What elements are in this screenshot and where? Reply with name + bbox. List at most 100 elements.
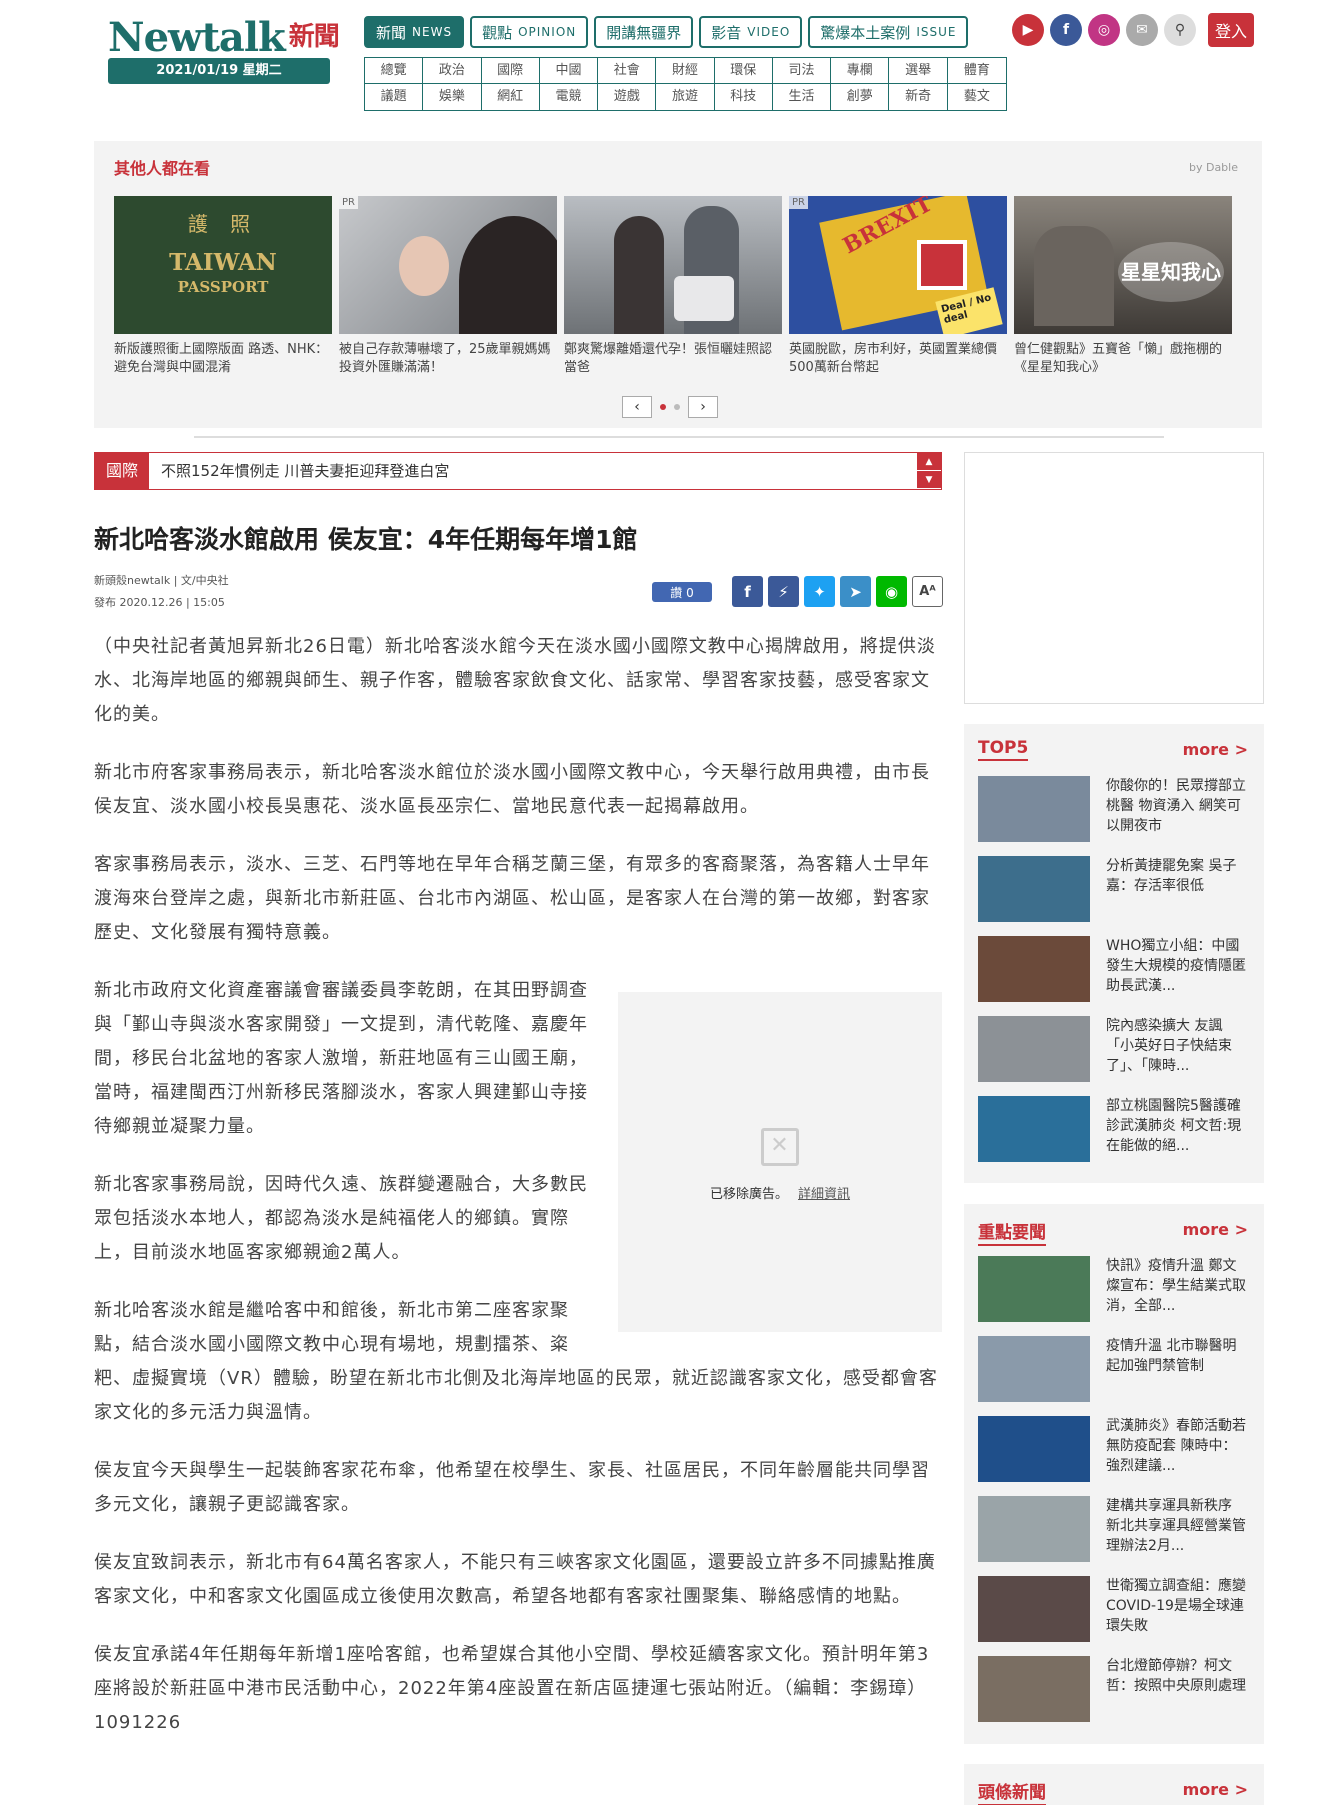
sidebar-news-item[interactable]: 世衛獨立調查組：應變COVID-19是場全球連環失敗 [978,1576,1250,1656]
top5-title: TOP5 [978,738,1029,761]
date-display: 2021/01/19 星期二 [108,58,330,84]
category-link[interactable]: 專欄 [831,58,890,84]
category-link[interactable]: 議題 [365,84,424,110]
recommend-title: 其他人都在看 [114,159,211,178]
news-thumbnail [978,1256,1090,1322]
pager-dot[interactable] [674,404,680,410]
ticker-tag[interactable]: 國際 [95,453,149,489]
prev-arrow-icon[interactable]: ‹ [622,396,652,418]
search-icon[interactable]: ⚲ [1164,14,1196,46]
sidebar-news-item[interactable]: 你酸你的！民眾撐部立桃醫 物資湧入 網笑可以開夜市 [978,776,1250,856]
sidebar-news-item[interactable]: 台北燈節停辦？柯文哲：按照中央原則處理 [978,1656,1250,1736]
youtube-icon[interactable]: ▶ [1012,14,1044,46]
key-news-more-link[interactable]: more > [1183,1220,1248,1239]
twitter-icon[interactable]: ✦ [804,576,835,607]
recommend-card[interactable]: PR 被自己存款薄嚇壞了，25歲單親媽媽投資外匯賺滿滿！ [339,196,557,377]
category-link[interactable]: 藝文 [948,84,1006,110]
sidebar-news-item[interactable]: 建構共享運具新秩序 新北共享運具經營業管理辦法2月... [978,1496,1250,1576]
news-thumbnail [978,1336,1090,1402]
key-news-list: 快訊》疫情升溫 鄭文燦宣布：學生結業式取消，全部... 疫情升溫 北市聯醫明起加強… [978,1256,1250,1736]
headline-news-more-link[interactable]: more > [1183,1780,1248,1799]
font-size-icon[interactable]: Aᴬ [912,576,943,607]
ad-removed-label: 已移除廣告。 [709,1187,788,1202]
category-link[interactable]: 司法 [772,58,832,84]
nav-video[interactable]: 影音 VIDEO [699,16,803,48]
top5-more-link[interactable]: more > [1183,740,1248,759]
card-title: 新版護照衝上國際版面 路透、NHK：避免台灣與中國混淆 [114,342,329,375]
category-link[interactable]: 政治 [423,58,482,84]
category-link[interactable]: 選舉 [889,58,948,84]
article-date: 發布 2020.12.26 | 15:05 [94,596,225,609]
provider-label[interactable]: by Dable [1189,161,1238,174]
news-thumbnail [978,1096,1090,1162]
ticker-headline[interactable]: 不照152年慣例走 川普夫妻拒迎拜登進白宮 [161,453,449,489]
category-link[interactable]: 科技 [715,84,773,110]
category-nav: 總覽 政治 國際 中國 社會 財經 環保 司法 專欄 選舉 體育議題 娛樂 網紅 電競 遊戲 旅遊 科技 生活 創夢… [364,57,1007,111]
passport-text: 護 照 [187,212,259,236]
pr-label: PR [339,196,358,209]
nav-issue[interactable]: 驚爆本土案例 ISSUE [808,16,969,48]
card-thumbnail: PR [339,196,557,334]
category-link[interactable]: 國際 [481,58,540,84]
facebook-icon[interactable]: f [1050,14,1082,46]
sidebar-news-item[interactable]: 分析黃捷罷免案 吳子嘉：存活率很低 [978,856,1250,936]
card-title: 被自己存款薄嚇壞了，25歲單親媽媽投資外匯賺滿滿！ [339,342,551,375]
category-link[interactable]: 創夢 [831,84,890,110]
like-label: 讚 0 [670,585,694,600]
headline-news-title: 頭條新聞 [978,1778,1046,1805]
instagram-icon[interactable]: ◎ [1088,14,1120,46]
recommend-card[interactable]: BREXIT Deal / No deal PR 英國脫歐，房市利好，英國置業總… [789,196,1007,377]
ad-details-link[interactable]: 詳細資訊 [798,1187,850,1202]
card-title: 鄭爽驚爆離婚還代孕！張恒曬娃照認當爸 [564,342,773,375]
recommend-card[interactable]: 鄭爽驚爆離婚還代孕！張恒曬娃照認當爸 [564,196,782,377]
pager-dot[interactable] [660,404,666,410]
category-link[interactable]: 生活 [773,84,832,110]
category-link[interactable]: 電競 [540,84,599,110]
facebook-icon[interactable]: f [732,576,763,607]
recommend-card[interactable]: 護 照 TAIWAN PASSPORT 新版護照衝上國際版面 路透、NHK：避免… [114,196,332,377]
like-button[interactable]: 讚 0 [652,582,712,602]
category-link[interactable]: 環保 [714,58,773,84]
card-title: 曾仁健觀點》五寶爸「懶」戲拖棚的《星星知我心》 [1014,342,1223,375]
key-news-panel: 重點要聞 more > 快訊》疫情升溫 鄭文燦宣布：學生結業式取消，全部... 疫… [964,1204,1264,1744]
category-link[interactable]: 網紅 [482,84,540,110]
line-icon[interactable]: ◉ [876,576,907,607]
category-link[interactable]: 體育 [947,58,1006,84]
category-link[interactable]: 中國 [539,58,599,84]
sidebar-news-item[interactable]: WHO獨立小組：中國發生大規模的疫情隱匿 助長武漢... [978,936,1250,1016]
sidebar-news-item[interactable]: 院內感染擴大 友諷「小英好日子快結束了」、「陳時... [978,1016,1250,1096]
next-arrow-icon[interactable]: › [688,396,718,418]
messenger-icon[interactable]: ⚡ [768,576,799,607]
telegram-icon[interactable]: ➤ [840,576,871,607]
ad-removed-icon: ✕ [761,1128,799,1166]
top5-panel: TOP5 more > 你酸你的！民眾撐部立桃醫 物資湧入 網笑可以開夜市 分析黃… [964,724,1264,1183]
category-link[interactable]: 財經 [656,58,715,84]
news-title: 部立桃園醫院5醫護確診武漢肺炎 柯文哲:現在能做的絕... [1106,1098,1242,1154]
sidebar-ad[interactable] [964,452,1264,704]
news-title: 武漢肺炎》春節活動若無防疫配套 陳時中：強烈建議... [1106,1418,1246,1474]
category-link[interactable]: 新奇 [889,84,948,110]
sidebar-news-item[interactable]: 快訊》疫情升溫 鄭文燦宣布：學生結業式取消，全部... [978,1256,1250,1336]
category-link[interactable]: 遊戲 [598,84,657,110]
article-paragraph: 新北市府客家事務局表示，新北哈客淡水館位於淡水國小國際文教中心，今天舉行啟用典禮… [94,762,930,817]
nav-opinion[interactable]: 觀點 OPINION [470,16,589,48]
card-thumbnail [564,196,782,334]
category-link[interactable]: 社會 [598,58,657,84]
card-thumbnail: 星星知我心 [1014,196,1232,334]
mail-icon[interactable]: ✉ [1126,14,1158,46]
ticker-down-icon[interactable]: ▼ [917,471,941,489]
nav-news[interactable]: 新聞 NEWS [364,16,465,48]
recommend-card[interactable]: 星星知我心 曾仁健觀點》五寶爸「懶」戲拖棚的《星星知我心》 [1014,196,1232,377]
carousel-pager: ‹ › [622,396,718,418]
main-nav: 新聞 NEWS 觀點 OPINION 開講無疆界 影音 VIDEO 驚爆本土案例 ISS… [364,16,969,48]
site-logo[interactable]: Newtalk 新聞 [108,14,340,61]
category-link[interactable]: 旅遊 [656,84,715,110]
ticker-up-icon[interactable]: ▲ [917,453,941,471]
sidebar-news-item[interactable]: 部立桃園醫院5醫護確診武漢肺炎 柯文哲:現在能做的絕... [978,1096,1250,1176]
login-button[interactable]: 登入 [1208,13,1254,47]
sidebar-news-item[interactable]: 疫情升溫 北市聯醫明起加強門禁管制 [978,1336,1250,1416]
sidebar-news-item[interactable]: 武漢肺炎》春節活動若無防疫配套 陳時中：強烈建議... [978,1416,1250,1496]
category-link[interactable]: 娛樂 [423,84,482,110]
category-link[interactable]: 總覽 [365,58,424,84]
nav-talk[interactable]: 開講無疆界 [594,16,694,48]
